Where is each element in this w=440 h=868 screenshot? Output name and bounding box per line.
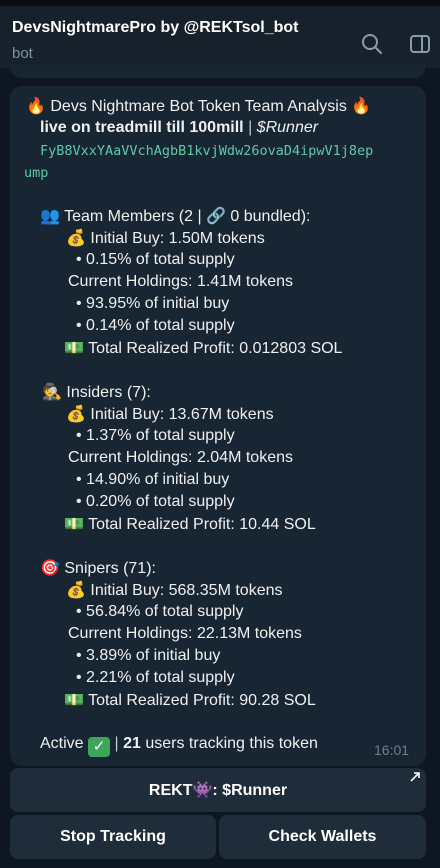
snipers-header: 🎯 Snipers (71): [40,558,156,577]
fire-icon: 🔥 [26,96,46,115]
money-bag-icon: 💰 [66,580,86,599]
team-initial-buy: 💰 Initial Buy: 1.50M tokens [66,228,265,247]
insiders-header: 🕵 Insiders (7): [42,382,151,401]
message-time: 16:01 [374,742,410,758]
snipers-pct-supply-current: • 2.21% of total supply [76,669,235,686]
check-wallets-button[interactable]: Check Wallets [219,815,426,859]
chat-header: DevsNightmarePro by @REKTsol_bot bot [0,0,440,68]
contract-address-end[interactable]: ump [24,163,48,183]
stop-tracking-button[interactable]: Stop Tracking [10,815,216,859]
team-header: 👥 Team Members (2 | 🔗 0 bundled): [40,206,311,225]
token-ticker: $Runner [256,119,319,136]
team-icon: 👥 [40,206,60,225]
team-pct-supply-current: • 0.14% of total supply [76,317,235,334]
cash-icon: 💵 [64,514,84,533]
snipers-pct-initial: • 3.89% of initial buy [76,647,221,664]
tracking-status: Active ✓ | 21 users tracking this token [40,735,318,757]
team-current-holdings: Current Holdings: 1.41M tokens [68,273,293,290]
token-name: live on treadmill till 100mill [40,119,244,136]
insider-icon: 🕵 [42,382,62,401]
snipers-initial-buy: 💰 Initial Buy: 568.35M tokens [66,580,283,599]
insiders-pct-supply: • 1.37% of total supply [76,427,235,444]
message-list[interactable]: 🔥 Devs Nightmare Bot Token Team Analysis… [0,64,440,868]
insiders-pct-initial: • 14.90% of initial buy [76,471,230,488]
chat-title[interactable]: DevsNightmarePro by @REKTsol_bot [12,19,298,37]
external-link-icon [410,772,420,782]
check-icon: ✓ [88,737,111,757]
message-title: 🔥 Devs Nightmare Bot Token Team Analysis… [26,96,372,115]
snipers-pct-supply: • 56.84% of total supply [76,603,244,620]
target-icon: 🎯 [40,558,60,577]
insiders-pct-supply-current: • 0.20% of total supply [76,493,235,510]
search-icon[interactable] [360,32,384,56]
team-pct-supply: • 0.15% of total supply [76,251,235,268]
users-count: 21 [123,735,141,752]
money-bag-icon: 💰 [66,228,86,247]
chat-subtitle: bot [12,45,33,62]
contract-address[interactable]: FyB8VxxYAaVVchAgbB1kvjWdw26ovaD4ipwV1j8e… [40,141,373,161]
message-bubble[interactable]: 🔥 Devs Nightmare Bot Token Team Analysis… [10,86,426,766]
side-panel-icon[interactable] [408,32,432,56]
rekt-link-button[interactable]: REKT👾: $Runner [10,768,426,812]
token-name-line: live on treadmill till 100mill | $Runner [40,119,319,136]
snipers-profit: 💵 Total Realized Profit: 90.28 SOL [64,690,316,709]
insiders-profit: 💵 Total Realized Profit: 10.44 SOL [64,514,316,533]
snipers-current-holdings: Current Holdings: 22.13M tokens [68,625,302,642]
fire-icon: 🔥 [351,96,372,115]
money-bag-icon: 💰 [66,404,86,423]
active-label: Active [40,735,84,752]
insiders-initial-buy: 💰 Initial Buy: 13.67M tokens [66,404,274,423]
team-profit: 💵 Total Realized Profit: 0.012803 SOL [64,338,343,357]
insiders-current-holdings: Current Holdings: 2.04M tokens [68,449,293,466]
previous-message [10,64,426,78]
users-text: users tracking this token [145,735,318,752]
cash-icon: 💵 [64,690,84,709]
cash-icon: 💵 [64,338,84,357]
team-pct-initial: • 93.95% of initial buy [76,295,230,312]
